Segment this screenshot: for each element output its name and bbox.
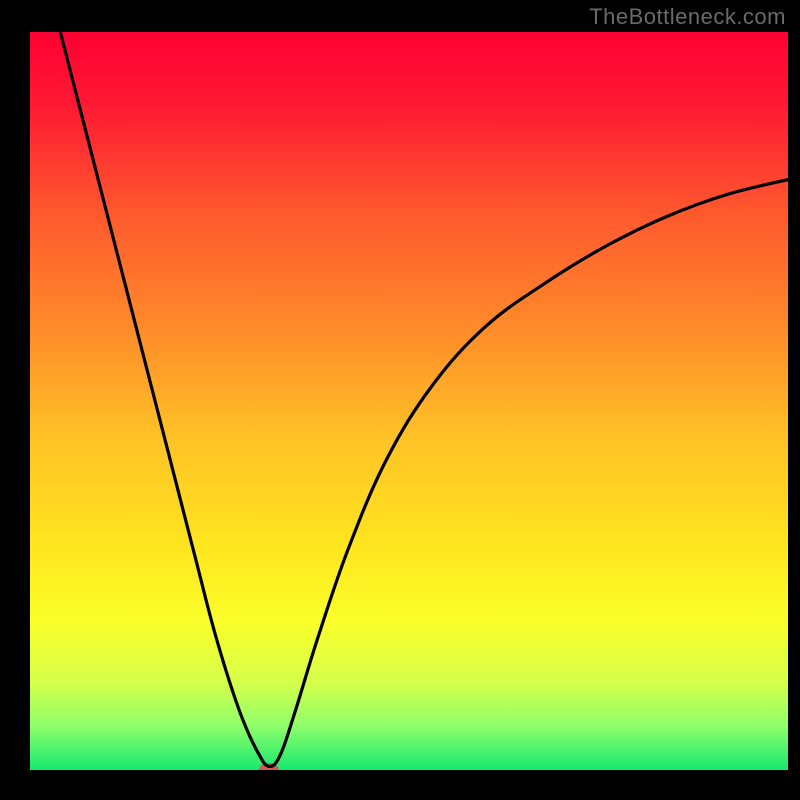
chart-stage: TheBottleneck.com [0,0,800,800]
plot-background [30,32,788,770]
watermark-text: TheBottleneck.com [589,4,786,30]
frame-left [0,0,30,800]
frame-right [788,0,800,800]
frame-bottom [0,770,800,800]
chart-svg [0,0,800,800]
